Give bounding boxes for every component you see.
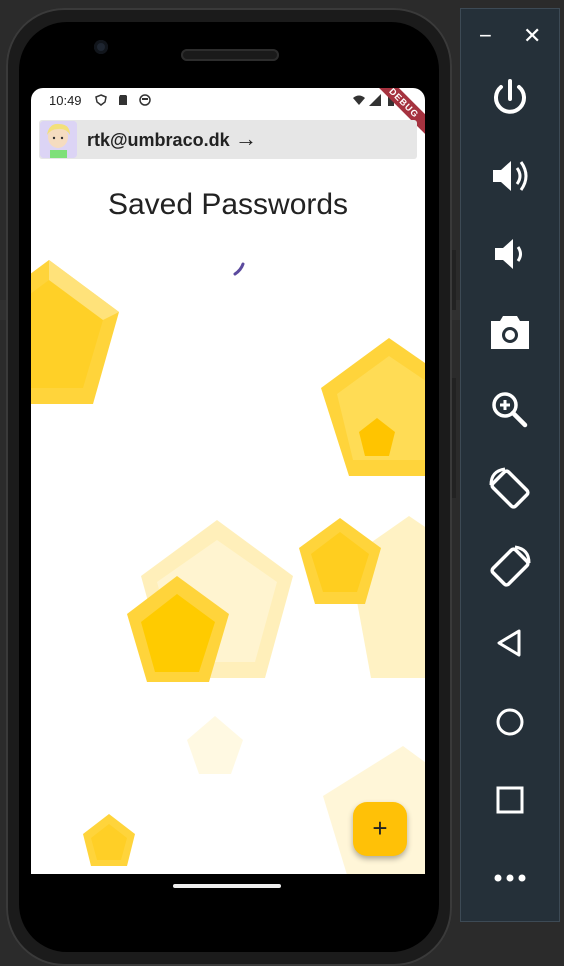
arrow-right-icon[interactable]: → bbox=[235, 126, 257, 152]
minimize-button[interactable]: − bbox=[479, 23, 492, 49]
side-volume-button bbox=[452, 250, 456, 310]
loading-spinner bbox=[233, 262, 245, 276]
app-screen: 10:49 DEBUG rtk@umbraco.dk → Saved Passw… bbox=[31, 88, 425, 874]
overview-icon[interactable] bbox=[485, 775, 535, 825]
wifi-icon bbox=[353, 95, 365, 105]
back-icon[interactable] bbox=[485, 619, 535, 669]
side-power-button bbox=[452, 378, 456, 498]
camera-icon[interactable] bbox=[485, 307, 535, 357]
power-icon[interactable] bbox=[485, 73, 535, 123]
add-password-button[interactable]: + bbox=[353, 802, 407, 856]
rotate-right-icon[interactable] bbox=[485, 541, 535, 591]
zoom-icon[interactable] bbox=[485, 385, 535, 435]
close-button[interactable]: ✕ bbox=[523, 23, 541, 49]
emulator-toolbar: − ✕ bbox=[460, 8, 560, 922]
face-icon bbox=[139, 94, 151, 106]
rotate-left-icon[interactable] bbox=[485, 463, 535, 513]
signal-icon bbox=[369, 94, 381, 106]
system-nav-bar bbox=[31, 874, 425, 918]
gem-shape bbox=[31, 260, 119, 404]
status-bar: 10:49 DEBUG bbox=[31, 88, 425, 140]
account-email: rtk@umbraco.dk bbox=[87, 130, 230, 150]
gem-shape bbox=[83, 814, 135, 866]
volume-down-icon[interactable] bbox=[485, 229, 535, 279]
gesture-handle[interactable] bbox=[173, 884, 281, 888]
sd-card-icon bbox=[119, 95, 127, 105]
page-title: Saved Passwords bbox=[107, 188, 349, 221]
earpiece-speaker bbox=[181, 49, 279, 61]
home-icon[interactable] bbox=[485, 697, 535, 747]
more-icon[interactable] bbox=[485, 853, 535, 903]
shield-icon bbox=[95, 94, 107, 106]
volume-up-icon[interactable] bbox=[485, 151, 535, 201]
status-time: 10:49 bbox=[49, 93, 82, 108]
avatar[interactable] bbox=[40, 121, 77, 158]
gem-shape bbox=[187, 716, 243, 774]
front-camera bbox=[94, 40, 108, 54]
avatar-icon bbox=[40, 121, 77, 158]
account-bar[interactable]: rtk@umbraco.dk → bbox=[39, 120, 417, 159]
gem-shape bbox=[321, 338, 425, 476]
